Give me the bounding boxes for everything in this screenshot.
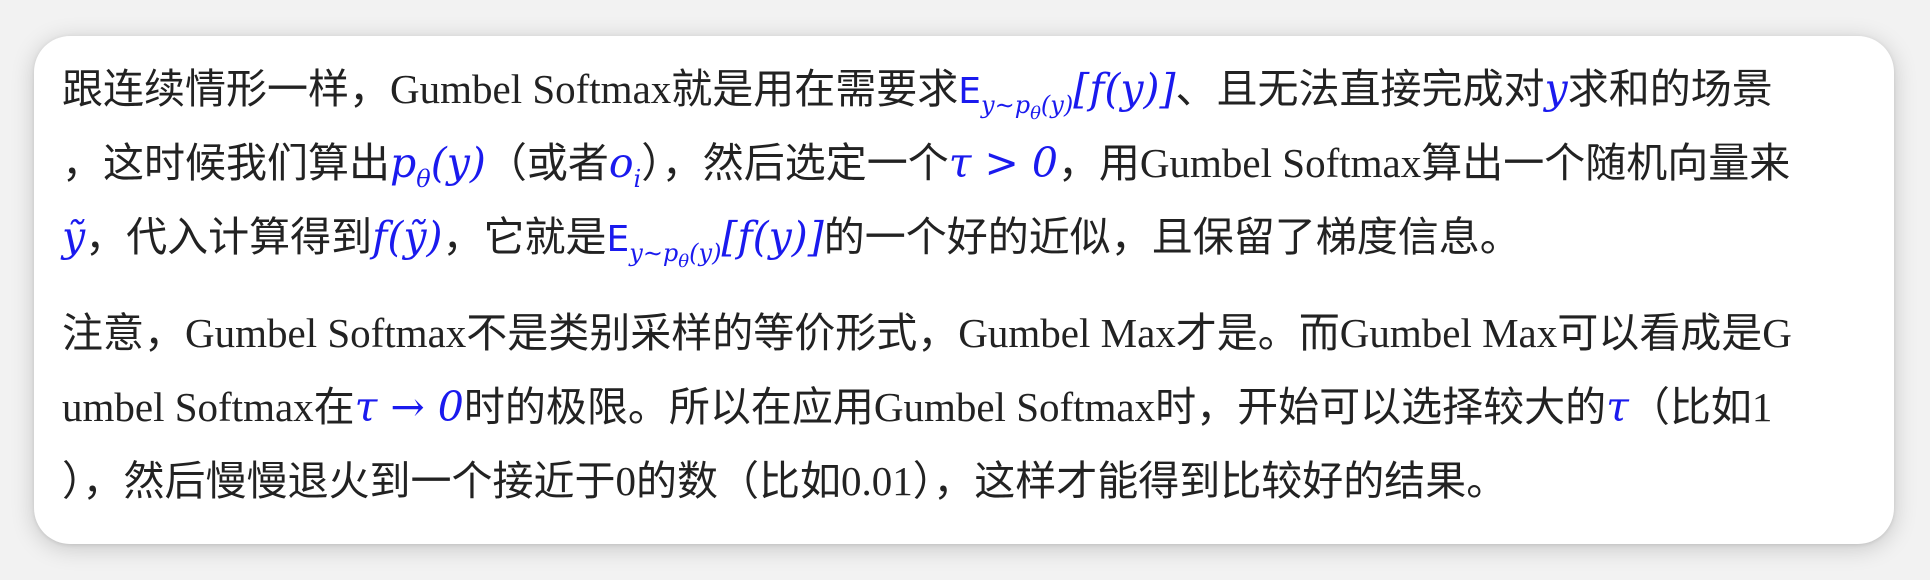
text-segment: ，代入计算得到 bbox=[85, 214, 373, 260]
paragraph-2: 注意，Gumbel Softmax不是类别采样的等价形式，Gumbel Max才… bbox=[62, 296, 1882, 518]
text-segment: ，用Gumbel Softmax算出一个随机向量来 bbox=[1057, 140, 1791, 186]
math-expectation: Ey∼pθ(y)[f(y)] bbox=[958, 65, 1176, 123]
math-subscript-text: y∼p bbox=[629, 239, 679, 267]
text-segment: ），然后选定一个 bbox=[641, 140, 949, 186]
paragraph-2-line-2: umbel Softmax在τ → 0时的极限。所以在应用Gumbel Soft… bbox=[62, 370, 1882, 444]
math-o: o bbox=[608, 139, 634, 187]
math-f-y-tilde: f(ỹ) bbox=[372, 213, 443, 261]
paragraph-1: 跟连续情形一样，Gumbel Softmax就是用在需要求Ey∼pθ(y)[f(… bbox=[62, 52, 1882, 274]
text-segment: 的一个好的近似，且保留了梯度信息。 bbox=[823, 214, 1521, 260]
text-segment: 、且无法直接完成对 bbox=[1175, 66, 1545, 112]
paragraph-1-line-2: ，这时候我们算出pθ(y)（或者oi），然后选定一个τ > 0，用Gumbel … bbox=[62, 126, 1882, 200]
math-subscript-tail: (y) bbox=[689, 239, 722, 267]
text-segment: 时的极限。所以在应用Gumbel Softmax时，开始可以选择较大的 bbox=[463, 384, 1607, 430]
math-p: p bbox=[390, 139, 417, 187]
math-tau: τ bbox=[1606, 383, 1629, 431]
math-variable-y: y bbox=[1544, 65, 1568, 113]
math-blackboard-e: E bbox=[606, 219, 630, 260]
text-segment: ，它就是 bbox=[442, 214, 607, 260]
paragraph-2-line-1: 注意，Gumbel Softmax不是类别采样的等价形式，Gumbel Max才… bbox=[62, 296, 1882, 370]
math-subscript: θ bbox=[416, 165, 431, 193]
math-tau-positive: τ > 0 bbox=[948, 139, 1058, 187]
math-expectation-body: [f(y)] bbox=[721, 213, 824, 261]
math-blackboard-e: E bbox=[958, 71, 982, 112]
math-tau-limit: τ → 0 bbox=[354, 383, 464, 431]
math-subscript-tail: (y) bbox=[1040, 91, 1074, 119]
math-probability-arg: (y) bbox=[430, 139, 486, 187]
math-logit: oi bbox=[608, 139, 641, 191]
math-subscript-text: y∼p bbox=[981, 91, 1031, 119]
math-expectation: Ey∼pθ(y)[f(y)] bbox=[606, 213, 824, 271]
text-segment: （比如1 bbox=[1628, 384, 1773, 430]
text-segment: ），然后慢慢退火到一个接近于0的数（比如0.01），这样才能得到比较好的结果。 bbox=[62, 458, 1508, 504]
article-card: 跟连续情形一样，Gumbel Softmax就是用在需要求Ey∼pθ(y)[f(… bbox=[34, 36, 1894, 544]
math-subscript: y∼pθ(y) bbox=[629, 239, 722, 271]
text-segment: ，这时候我们算出 bbox=[62, 140, 390, 186]
math-subsubscript: θ bbox=[678, 251, 690, 272]
math-subsubscript: θ bbox=[1030, 103, 1041, 124]
math-y-tilde: ỹ bbox=[62, 213, 86, 261]
paragraph-2-line-3: ），然后慢慢退火到一个接近于0的数（比如0.01），这样才能得到比较好的结果。 bbox=[62, 444, 1882, 518]
text-segment: 注意，Gumbel Softmax不是类别采样的等价形式，Gumbel Max才… bbox=[62, 310, 1792, 356]
math-subscript: y∼pθ(y) bbox=[981, 91, 1074, 123]
paragraph-1-line-3: ỹ，代入计算得到f(ỹ)，它就是Ey∼pθ(y)[f(y)]的一个好的近似，且保… bbox=[62, 200, 1882, 274]
math-expectation-body: [f(y)] bbox=[1073, 65, 1176, 113]
text-segment: umbel Softmax在 bbox=[62, 384, 355, 430]
text-segment: （或者 bbox=[485, 140, 609, 186]
article-content: 跟连续情形一样，Gumbel Softmax就是用在需要求Ey∼pθ(y)[f(… bbox=[62, 52, 1882, 518]
text-segment: 跟连续情形一样，Gumbel Softmax就是用在需要求 bbox=[62, 66, 959, 112]
text-segment: 求和的场景 bbox=[1567, 66, 1773, 112]
math-probability: pθ(y) bbox=[390, 139, 486, 191]
paragraph-1-line-1: 跟连续情形一样，Gumbel Softmax就是用在需要求Ey∼pθ(y)[f(… bbox=[62, 52, 1882, 126]
